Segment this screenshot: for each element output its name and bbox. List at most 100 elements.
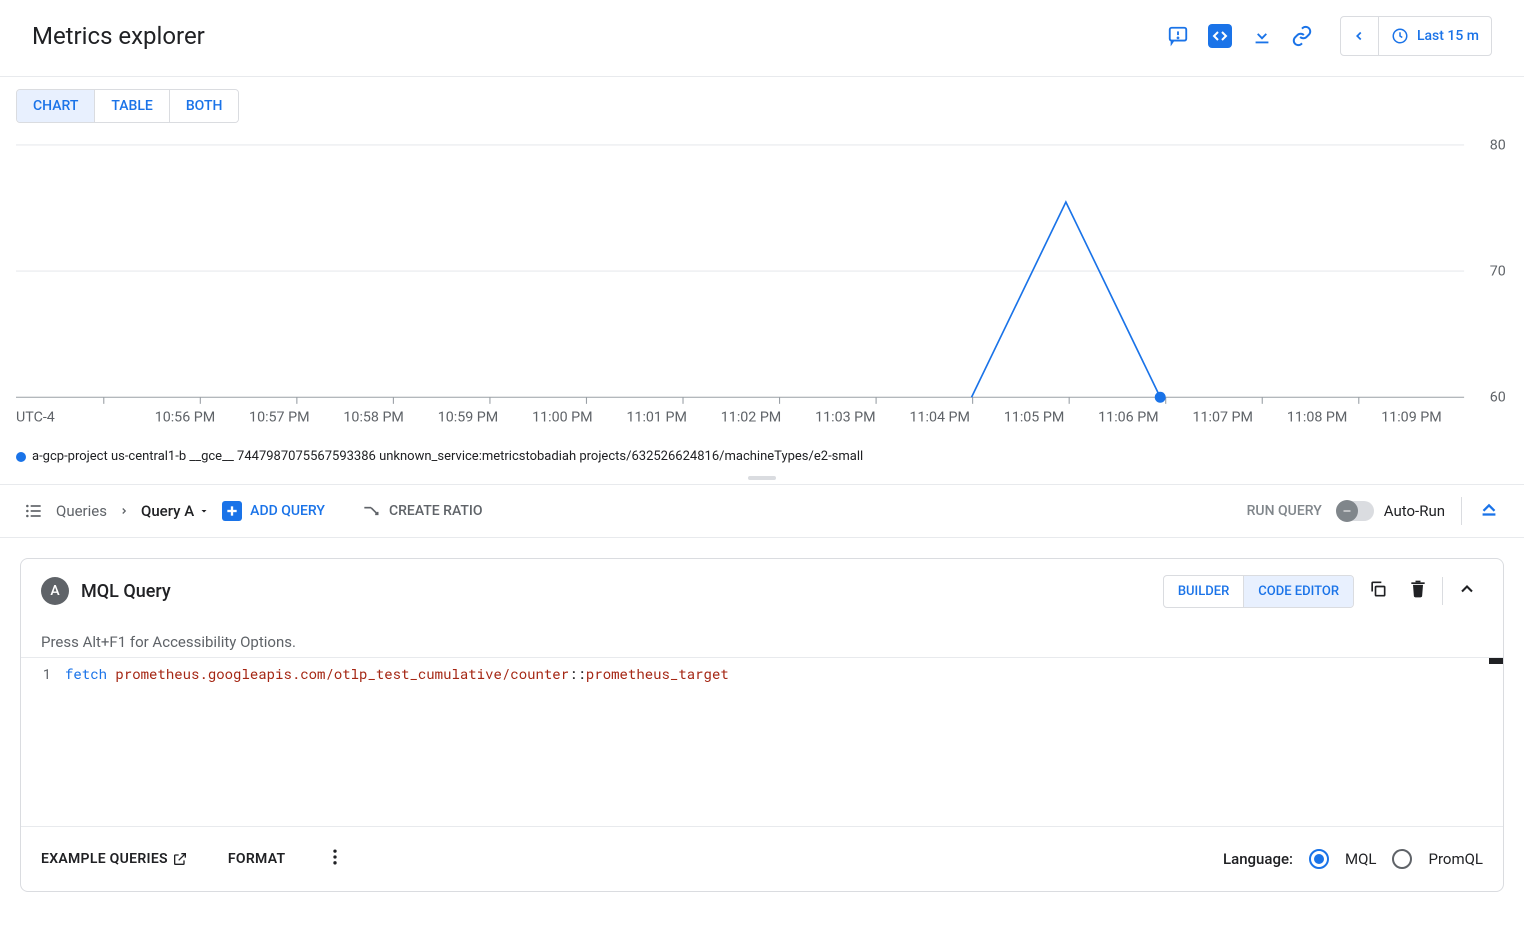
svg-text:11:01 PM: 11:01 PM: [626, 409, 686, 425]
chart-line-series-0: [972, 202, 1161, 397]
tab-builder[interactable]: BUILDER: [1164, 576, 1244, 607]
query-badge: A: [41, 577, 69, 605]
svg-text:11:06 PM: 11:06 PM: [1098, 409, 1158, 425]
query-panel-actions: BUILDER CODE EDITOR: [1163, 573, 1483, 609]
svg-text:10:59 PM: 10:59 PM: [438, 409, 498, 425]
svg-text:11:02 PM: 11:02 PM: [721, 409, 781, 425]
download-icon[interactable]: [1244, 18, 1280, 54]
language-label: Language:: [1223, 850, 1293, 868]
tab-code-editor[interactable]: CODE EDITOR: [1244, 576, 1353, 607]
query-panel-header: A MQL Query BUILDER CODE EDITOR: [21, 559, 1503, 623]
query-toolbar-left: Queries Query A ADD QUERY CREATE RATIO: [24, 501, 483, 521]
footer-left: EXAMPLE QUERIES FORMAT: [41, 847, 345, 871]
create-ratio-button[interactable]: CREATE RATIO: [361, 501, 483, 521]
tab-table[interactable]: TABLE: [95, 90, 169, 122]
y-tick-60: 60: [1490, 390, 1506, 406]
collapse-query-button[interactable]: [1451, 573, 1483, 609]
chart-highlight-point: [1155, 392, 1166, 403]
resize-handle[interactable]: [748, 476, 776, 480]
editor-mode-tabs: BUILDER CODE EDITOR: [1163, 575, 1354, 608]
page-title: Metrics explorer: [32, 22, 205, 50]
ratio-icon: [361, 501, 381, 521]
current-query-label: Query A: [141, 502, 194, 520]
tab-chart[interactable]: CHART: [17, 90, 95, 122]
svg-text:11:03 PM: 11:03 PM: [815, 409, 875, 425]
auto-run-control: Auto-Run: [1338, 501, 1445, 521]
editor-overview-marker: [1489, 658, 1503, 664]
code-icon[interactable]: [1208, 24, 1232, 48]
svg-text:11:04 PM: 11:04 PM: [909, 409, 969, 425]
toggle-knob-minus-icon: [1336, 500, 1358, 522]
code-keyword: fetch: [65, 664, 107, 683]
query-toolbar: Queries Query A ADD QUERY CREATE RATIO R…: [0, 484, 1524, 538]
code-separator: ::: [569, 664, 586, 683]
code-path: prometheus.googleapis.com/otlp_test_cumu…: [115, 664, 569, 683]
time-range-controls: Last 15 m: [1340, 16, 1492, 56]
header-actions: Last 15 m: [1160, 16, 1492, 56]
code-target: prometheus_target: [586, 664, 729, 683]
external-link-icon: [172, 851, 188, 867]
auto-run-label: Auto-Run: [1384, 502, 1445, 520]
svg-text:11:09 PM: 11:09 PM: [1381, 409, 1441, 425]
header: Metrics explorer Last 15 m: [0, 0, 1524, 77]
y-tick-80: 80: [1490, 137, 1506, 153]
delete-button[interactable]: [1402, 573, 1434, 609]
svg-text:11:08 PM: 11:08 PM: [1287, 409, 1347, 425]
view-tabs: CHART TABLE BOTH: [16, 89, 239, 123]
divider: [1442, 577, 1443, 605]
queries-list-icon: [24, 501, 44, 521]
link-icon[interactable]: [1284, 18, 1320, 54]
add-query-label: ADD QUERY: [250, 503, 325, 519]
query-selector[interactable]: Query A: [141, 502, 210, 520]
query-panel-title-wrap: A MQL Query: [41, 577, 171, 605]
svg-text:10:57 PM: 10:57 PM: [249, 409, 309, 425]
query-panel: A MQL Query BUILDER CODE EDITOR Press Al…: [20, 558, 1504, 892]
y-tick-70: 70: [1490, 263, 1506, 279]
chart[interactable]: 80 70 60 UTC-4 10:56 PM 10:57 PM 10:58 P…: [16, 123, 1508, 441]
chart-area: 80 70 60 UTC-4 10:56 PM 10:57 PM 10:58 P…: [0, 123, 1524, 472]
language-radio-promql[interactable]: [1392, 849, 1412, 869]
queries-label: Queries: [56, 502, 107, 520]
plus-icon: [222, 501, 242, 521]
add-query-button[interactable]: ADD QUERY: [222, 501, 325, 521]
format-label: FORMAT: [228, 851, 286, 867]
query-panel-footer: EXAMPLE QUERIES FORMAT Language: MQL Pro…: [21, 827, 1503, 891]
promql-label: PromQL: [1428, 850, 1483, 868]
collapse-panel-button[interactable]: [1478, 498, 1500, 524]
svg-text:11:05 PM: 11:05 PM: [1004, 409, 1064, 425]
tab-both[interactable]: BOTH: [170, 90, 239, 122]
code-editor[interactable]: 1 fetch prometheus.googleapis.com/otlp_t…: [21, 657, 1503, 827]
time-range-label: Last 15 m: [1417, 28, 1479, 44]
time-prev-button[interactable]: [1341, 17, 1379, 55]
legend-dot-icon: [16, 452, 26, 462]
language-radio-mql[interactable]: [1309, 849, 1329, 869]
time-range-button[interactable]: Last 15 m: [1379, 17, 1491, 55]
copy-button[interactable]: [1362, 573, 1394, 609]
run-query-button[interactable]: RUN QUERY: [1247, 503, 1322, 519]
feedback-icon[interactable]: [1160, 18, 1196, 54]
divider: [1461, 497, 1462, 525]
svg-text:10:56 PM: 10:56 PM: [155, 409, 215, 425]
footer-right: Language: MQL PromQL: [1223, 849, 1483, 869]
format-button[interactable]: FORMAT: [228, 851, 286, 867]
line-number: 1: [21, 658, 61, 826]
code-line: fetch prometheus.googleapis.com/otlp_tes…: [61, 658, 729, 826]
query-panel-title: MQL Query: [81, 581, 171, 602]
more-menu-button[interactable]: [325, 847, 345, 871]
vertical-dots-icon: [325, 847, 345, 867]
svg-text:11:07 PM: 11:07 PM: [1193, 409, 1253, 425]
query-toolbar-right: RUN QUERY Auto-Run: [1247, 497, 1500, 525]
create-ratio-label: CREATE RATIO: [389, 503, 483, 519]
chevron-right-icon: [119, 506, 129, 516]
legend-label: a-gcp-project us-central1-b __gce__ 7447…: [32, 449, 863, 464]
svg-text:11:00 PM: 11:00 PM: [532, 409, 592, 425]
svg-text:10:58 PM: 10:58 PM: [343, 409, 403, 425]
timezone-label: UTC-4: [16, 409, 55, 425]
mql-label: MQL: [1345, 850, 1377, 868]
example-queries-label: EXAMPLE QUERIES: [41, 851, 168, 867]
chart-legend[interactable]: a-gcp-project us-central1-b __gce__ 7447…: [16, 441, 1508, 472]
accessibility-hint: Press Alt+F1 for Accessibility Options.: [21, 623, 1503, 657]
auto-run-toggle[interactable]: [1338, 501, 1374, 521]
example-queries-button[interactable]: EXAMPLE QUERIES: [41, 851, 188, 867]
dropdown-arrow-icon: [198, 505, 210, 517]
